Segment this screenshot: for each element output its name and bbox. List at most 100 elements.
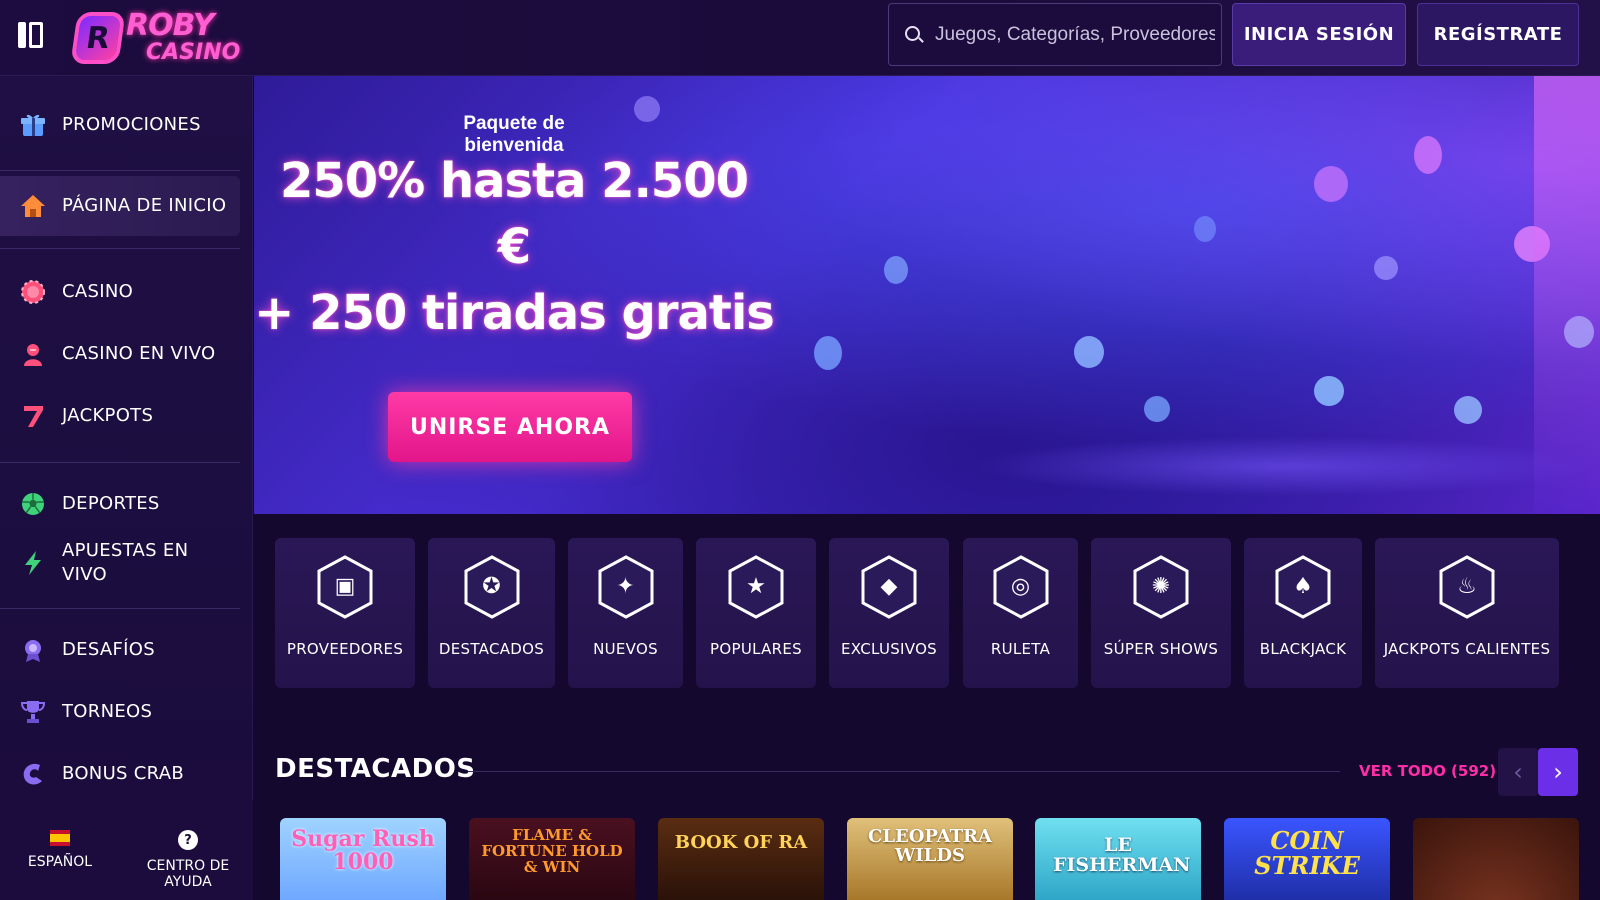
- sidebar-item-home[interactable]: PÁGINA DE INICIO: [0, 176, 240, 236]
- sidebar-item-challenges[interactable]: DESAFÍOS: [0, 620, 240, 680]
- gift-icon: [20, 112, 46, 138]
- category-popular[interactable]: ★ POPULARES: [696, 538, 816, 688]
- diamond-icon: ◆: [860, 554, 918, 620]
- sidebar-item-bonus-crab[interactable]: BONUS CRAB: [0, 744, 240, 804]
- category-label: NUEVOS: [593, 640, 658, 658]
- category-strip: ▣ PROVEEDORES ✪ DESTACADOS ✦ NUEVOS ★ PO…: [275, 538, 1575, 688]
- category-label: DESTACADOS: [438, 640, 545, 658]
- search-input[interactable]: [935, 23, 1215, 46]
- language-label: ESPAÑOL: [27, 854, 93, 870]
- sidebar-item-label: PROMOCIONES: [62, 113, 201, 135]
- category-label: PROVEEDORES: [286, 640, 404, 658]
- game-tile[interactable]: CLEOPATRA WILDS: [847, 818, 1013, 900]
- banner-title: 250% hasta 2.500 € + 250 tiradas gratis: [254, 148, 775, 346]
- welcome-banner[interactable]: Paquete de bienvenida 250% hasta 2.500 €…: [254, 76, 1600, 514]
- category-roulette[interactable]: ◎ RULETA: [963, 538, 1078, 688]
- divider: [0, 462, 240, 463]
- sidebar-item-jackpots[interactable]: JACKPOTS: [0, 386, 240, 446]
- category-hot-jackpots[interactable]: ♨ JACKPOTS CALIENTES: [1375, 538, 1559, 688]
- category-featured[interactable]: ✪ DESTACADOS: [428, 538, 555, 688]
- sidebar-toggle-icon[interactable]: [18, 22, 46, 48]
- game-tile[interactable]: COIN STRIKE: [1224, 818, 1390, 900]
- bokeh-light: [1074, 336, 1104, 368]
- category-label: EXCLUSIVOS: [841, 640, 937, 658]
- game-tile[interactable]: Sugar Rush 1000: [280, 818, 446, 900]
- sidebar-item-label: TORNEOS: [62, 700, 153, 722]
- roby-casino-logo[interactable]: R ROBY CASINO: [70, 8, 240, 65]
- game-tile[interactable]: LE FISHERMAN: [1035, 818, 1201, 900]
- spade-icon: ♠: [1274, 554, 1332, 620]
- sidebar-item-label: BONUS CRAB: [62, 762, 184, 784]
- bokeh-light: [1374, 256, 1398, 280]
- category-super-shows[interactable]: ✺ SÚPER SHOWS: [1091, 538, 1231, 688]
- game-tile[interactable]: [1413, 818, 1579, 900]
- help-center-link[interactable]: ? CENTRO DE AYUDA: [124, 830, 252, 890]
- divider: [0, 608, 240, 609]
- login-button[interactable]: INICIA SESIÓN: [1232, 3, 1406, 66]
- search-box[interactable]: [888, 3, 1222, 66]
- sidebar-item-label: DEPORTES: [62, 492, 160, 514]
- section-divider: [468, 771, 1340, 772]
- game-title: FLAME & FORTUNE HOLD & WIN: [481, 826, 623, 876]
- home-icon: [20, 193, 46, 219]
- category-providers[interactable]: ▣ PROVEEDORES: [275, 538, 415, 688]
- sidebar: PROMOCIONES PÁGINA DE INICIO CASINO CASI…: [0, 76, 253, 900]
- game-title: CLEOPATRA WILDS: [868, 826, 992, 866]
- search-icon: [905, 25, 924, 44]
- sidebar-item-sports[interactable]: DEPORTES: [0, 474, 240, 534]
- category-exclusive[interactable]: ◆ EXCLUSIVOS: [829, 538, 949, 688]
- divider: [0, 170, 240, 171]
- category-label: SÚPER SHOWS: [1103, 640, 1219, 658]
- bokeh-light: [974, 436, 1594, 496]
- game-tile[interactable]: FLAME & FORTUNE HOLD & WIN: [469, 818, 635, 900]
- folder-icon: ▣: [316, 554, 374, 620]
- language-selector[interactable]: ESPAÑOL: [20, 830, 100, 870]
- claw-icon: [20, 761, 46, 787]
- lightning-icon: [20, 550, 46, 576]
- wheel-icon: ✺: [1132, 554, 1190, 620]
- join-now-button[interactable]: UNIRSE AHORA: [388, 392, 632, 462]
- sidebar-item-live-betting[interactable]: APUESTAS EN VIVO: [0, 528, 240, 598]
- game-tile[interactable]: BOOK OF RA: [658, 818, 824, 900]
- seven-icon: [20, 403, 46, 429]
- sidebar-item-promociones[interactable]: PROMOCIONES: [0, 95, 240, 155]
- category-blackjack[interactable]: ♠ BLACKJACK: [1244, 538, 1362, 688]
- soccer-ball-icon: [20, 491, 46, 517]
- category-new[interactable]: ✦ NUEVOS: [568, 538, 683, 688]
- carousel-prev-button[interactable]: ‹: [1498, 748, 1538, 796]
- logo-text-roby: ROBY: [126, 8, 215, 43]
- sidebar-item-tournaments[interactable]: TORNEOS: [0, 682, 240, 742]
- divider: [0, 248, 240, 249]
- category-label: RULETA: [990, 640, 1051, 658]
- award-ribbon-icon: ✪: [463, 554, 521, 620]
- medal-icon: [20, 637, 46, 663]
- bokeh-light: [814, 336, 842, 370]
- game-title: COIN STRIKE: [1254, 826, 1360, 881]
- bokeh-light: [634, 96, 660, 122]
- sparkle-icon: ✦: [597, 554, 655, 620]
- sidebar-footer: ESPAÑOL ? CENTRO DE AYUDA: [0, 800, 253, 900]
- sidebar-item-label: JACKPOTS: [62, 404, 154, 426]
- category-label: JACKPOTS CALIENTES: [1383, 640, 1551, 658]
- bokeh-light: [1414, 136, 1442, 174]
- sidebar-item-label: CASINO: [62, 280, 134, 302]
- bokeh-light: [1534, 76, 1600, 514]
- star-icon: ★: [727, 554, 785, 620]
- sidebar-item-casino[interactable]: CASINO: [0, 262, 240, 322]
- game-title: BOOK OF RA: [674, 832, 808, 853]
- banner-title-line: 250% hasta 2.500: [279, 153, 749, 209]
- banner-title-line: €: [497, 219, 531, 275]
- help-icon: ?: [178, 830, 198, 850]
- sidebar-item-live-casino[interactable]: CASINO EN VIVO: [0, 324, 240, 384]
- bokeh-light: [1194, 216, 1216, 242]
- register-button[interactable]: REGÍSTRATE: [1417, 3, 1579, 66]
- carousel-next-button[interactable]: ›: [1538, 748, 1578, 796]
- game-title: Sugar Rush 1000: [291, 826, 435, 876]
- see-all-link[interactable]: VER TODO (592): [1359, 762, 1496, 780]
- section-title: DESTACADOS: [275, 754, 476, 784]
- sidebar-item-label: DESAFÍOS: [62, 638, 155, 660]
- bokeh-light: [1144, 396, 1170, 422]
- logo-text-casino: CASINO: [146, 40, 241, 65]
- flame-icon: ♨: [1438, 554, 1496, 620]
- logo-badge: R: [70, 12, 126, 64]
